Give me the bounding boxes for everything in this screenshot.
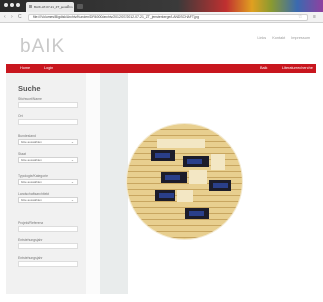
building-facade-photo[interactable] <box>127 124 242 239</box>
ort-input[interactable] <box>18 119 78 125</box>
field-label-typologie: Typologie/Kategorie <box>18 174 48 178</box>
browser-menu-icon[interactable]: ≡ <box>313 14 316 20</box>
bookmark-star-icon[interactable]: ☆ <box>298 14 302 20</box>
field-label-bundesland: Bundesland <box>18 134 36 138</box>
minimize-window-icon[interactable] <box>10 3 14 7</box>
facade-panel <box>211 154 225 170</box>
stichwort-input[interactable] <box>18 102 78 108</box>
field-label-landschaftsarchitekt: Landschaftsarchitekt <box>18 192 50 196</box>
content-stripe <box>100 73 128 294</box>
zoom-window-icon[interactable] <box>16 3 20 7</box>
field-label-entstehungsjahr-von: Entstehungsjahr <box>18 238 43 242</box>
bundesland-value: bitte auswählen <box>21 140 42 144</box>
facade-window <box>151 150 175 161</box>
top-link-links[interactable]: Links <box>257 36 266 40</box>
close-window-icon[interactable] <box>4 3 8 7</box>
search-sidebar: Suche Stichwort/Name Ort Bundesland bitt… <box>6 73 86 294</box>
facade-window <box>185 208 209 219</box>
forward-icon[interactable]: › <box>11 14 13 20</box>
staat-value: bitte auswählen <box>21 158 42 162</box>
facade-panel <box>189 170 207 184</box>
nav-literaturrecherche[interactable]: Literaturrecherche <box>282 64 313 73</box>
new-tab-button[interactable] <box>77 4 83 9</box>
search-title: Suche <box>18 84 41 93</box>
nav-home[interactable]: Home <box>20 64 30 73</box>
entstehungsjahr-von-input[interactable] <box>18 243 78 249</box>
tab-favicon-icon <box>29 5 32 8</box>
nav-login[interactable]: Login <box>44 64 53 73</box>
web-page: bAIK Links Kontakt Impressum Home Login … <box>6 24 316 294</box>
landschaftsarchitekt-select[interactable]: bitte auswählen ⌄ <box>18 197 78 203</box>
top-links: Links Kontakt Impressum <box>252 36 310 40</box>
facade-panel <box>177 190 193 202</box>
site-logo[interactable]: bAIK <box>20 36 65 58</box>
chevron-down-icon: ⌄ <box>70 180 74 184</box>
chevron-down-icon: ⌄ <box>70 158 74 162</box>
tab-close-icon[interactable]: × <box>67 3 69 8</box>
facade-panel <box>157 139 205 148</box>
back-icon[interactable]: ‹ <box>4 14 6 20</box>
facade-window <box>209 180 231 191</box>
entstehungsjahr-bis-input[interactable] <box>18 261 78 267</box>
content-margin <box>86 73 100 294</box>
chevron-down-icon: ⌄ <box>70 198 74 202</box>
browser-toolbar: ‹ › C file:///Volumes/Bigdisk/Archiv/Kun… <box>0 12 323 23</box>
field-label-ort: Ort <box>18 114 23 118</box>
staat-select[interactable]: bitte auswählen ⌄ <box>18 157 78 163</box>
typologie-value: bitte auswählen <box>21 180 42 184</box>
top-link-impressum[interactable]: Impressum <box>291 36 310 40</box>
top-link-kontakt[interactable]: Kontakt <box>272 36 285 40</box>
facade-window <box>155 190 175 201</box>
facade-window <box>183 156 209 167</box>
browser-tab-bar: BAIK-AT-07-21_ZT_jensterm × <box>0 0 323 12</box>
nav-baik[interactable]: Baik <box>260 64 267 73</box>
field-label-projekt: Projekt/Referenz <box>18 221 44 225</box>
reload-icon[interactable]: C <box>18 14 22 20</box>
address-bar[interactable]: file:///Volumes/Bigdisk/Archiv/Kunden/DR… <box>28 14 308 21</box>
landschaftsarchitekt-value: bitte auswählen <box>21 198 42 202</box>
facade-window <box>161 172 187 183</box>
typologie-select[interactable]: bitte auswählen ⌄ <box>18 179 78 185</box>
chevron-down-icon: ⌄ <box>70 140 74 144</box>
bundesland-select[interactable]: bitte auswählen ⌄ <box>18 139 78 145</box>
main-navigation: Home Login Baik Literaturrecherche <box>6 64 316 73</box>
projekt-input[interactable] <box>18 226 78 232</box>
field-label-stichwort: Stichwort/Name <box>18 97 42 101</box>
field-label-entstehungsjahr-bis: Entstehungsjahr <box>18 256 43 260</box>
field-label-staat: Staat <box>18 152 26 156</box>
address-text: file:///Volumes/Bigdisk/Archiv/Kunden/DR… <box>33 15 200 19</box>
